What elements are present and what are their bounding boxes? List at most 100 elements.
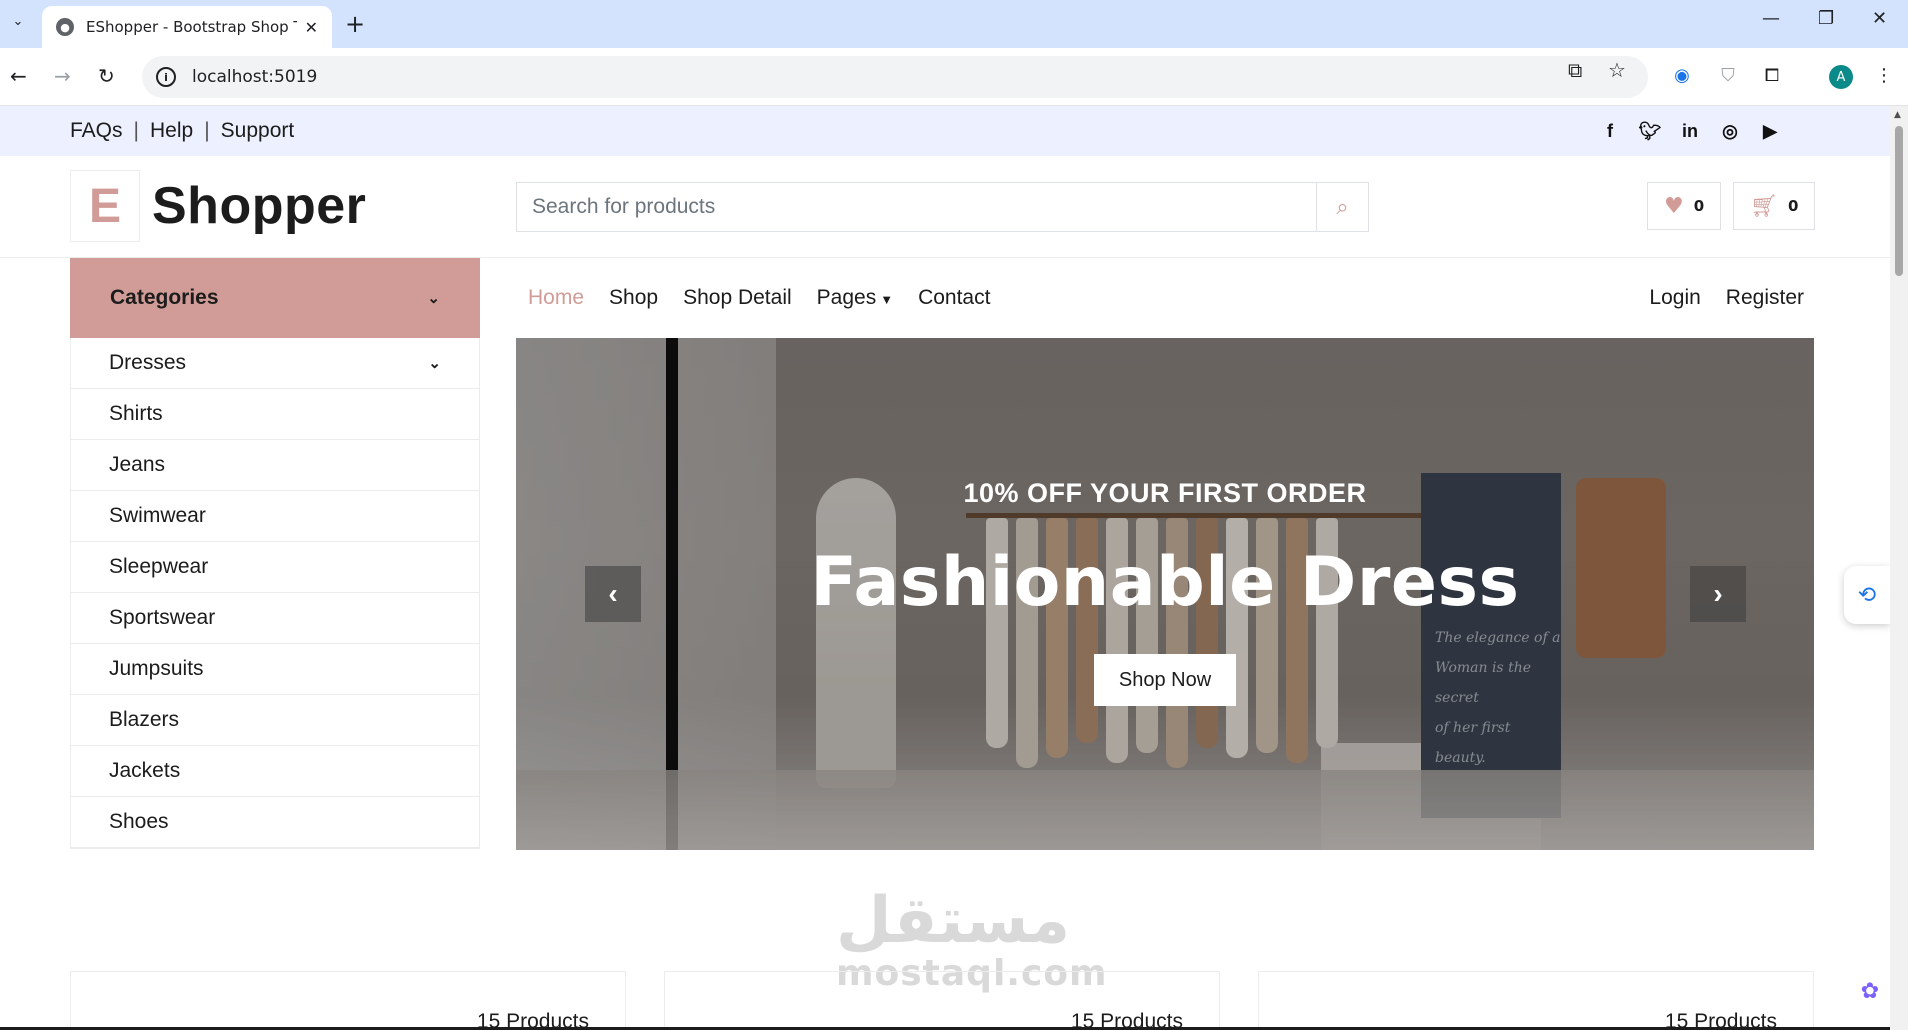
- category-label: Sleepwear: [109, 555, 209, 578]
- cart-count: 0: [1787, 197, 1799, 215]
- login-link[interactable]: Login: [1649, 286, 1700, 310]
- restore-icon[interactable]: ❐: [1818, 8, 1834, 29]
- category-item-swimwear[interactable]: Swimwear: [71, 491, 479, 542]
- linkedin-icon[interactable]: in: [1678, 119, 1702, 143]
- top-link-separator: |: [204, 119, 210, 142]
- caret-down-icon: ▼: [880, 292, 894, 307]
- nav-home[interactable]: Home: [528, 286, 584, 310]
- nav-pages-label: Pages: [816, 286, 877, 309]
- url-text[interactable]: localhost:5019: [192, 67, 317, 87]
- shield-extension-icon[interactable]: ⛉: [1716, 63, 1740, 87]
- instagram-icon[interactable]: ◎: [1718, 119, 1742, 143]
- tab-search-chevron-icon[interactable]: ⌄: [6, 9, 30, 33]
- category-label: Swimwear: [109, 504, 206, 527]
- tab-title: EShopper - Bootstrap Shop Ten: [86, 18, 297, 36]
- search-icon[interactable]: ⌕: [1316, 183, 1368, 231]
- nav-shop[interactable]: Shop: [609, 286, 658, 310]
- category-label: Shirts: [109, 402, 163, 425]
- category-item-sleepwear[interactable]: Sleepwear: [71, 542, 479, 593]
- browser-tabbar: ⌄ ● EShopper - Bootstrap Shop Ten ✕ + — …: [0, 0, 1908, 48]
- category-label: Jeans: [109, 453, 166, 476]
- carousel-title: Fashionable Dress: [810, 543, 1520, 622]
- category-label: Blazers: [109, 708, 180, 731]
- omnibox[interactable]: i localhost:5019: [142, 56, 1648, 98]
- carousel-prev-icon[interactable]: ‹: [585, 566, 641, 622]
- translate-icon[interactable]: ⧉: [1568, 58, 1582, 82]
- wishlist-count: 0: [1693, 197, 1705, 215]
- carousel-next-icon[interactable]: ›: [1690, 566, 1746, 622]
- tab-close-icon[interactable]: ✕: [305, 18, 318, 37]
- hero-carousel: The elegance of a Woman is the secret of…: [516, 338, 1814, 850]
- top-link-separator: |: [133, 119, 139, 142]
- bookmark-star-icon[interactable]: ☆: [1608, 58, 1626, 82]
- categories-heading: Categories: [110, 286, 219, 309]
- browser-tab-active[interactable]: ● EShopper - Bootstrap Shop Ten ✕: [42, 6, 332, 48]
- scroll-up-arrow-icon[interactable]: ▲: [1894, 110, 1901, 120]
- web-page: FAQs | Help | Support f 🐦︎ in ◎ ▶ E Shop…: [0, 106, 1890, 1030]
- category-list: Dresses ⌄ Shirts Jeans Swimwear Sleepwea…: [70, 338, 480, 849]
- shop-now-button[interactable]: Shop Now: [1094, 654, 1236, 706]
- cart-button[interactable]: 🛒︎ 0: [1733, 182, 1816, 230]
- site-info-icon[interactable]: i: [156, 67, 176, 87]
- floating-translate-widget-icon[interactable]: ⟲: [1844, 566, 1890, 624]
- logo-word: Shopper: [152, 177, 367, 235]
- cart-icon: 🛒︎: [1750, 193, 1778, 219]
- category-label: Jackets: [109, 759, 181, 782]
- faqs-link[interactable]: FAQs: [70, 119, 123, 143]
- category-item-shirts[interactable]: Shirts: [71, 389, 479, 440]
- category-item-sportswear[interactable]: Sportswear: [71, 593, 479, 644]
- category-item-blazers[interactable]: Blazers: [71, 695, 479, 746]
- wishlist-button[interactable]: ♥ 0: [1647, 182, 1722, 230]
- category-item-jeans[interactable]: Jeans: [71, 440, 479, 491]
- back-arrow-icon[interactable]: ←: [10, 64, 27, 88]
- category-card[interactable]: 15 Products: [70, 971, 626, 1030]
- window-close-icon[interactable]: ✕: [1872, 8, 1887, 29]
- category-label: Dresses: [109, 351, 187, 374]
- minimize-icon[interactable]: —: [1762, 8, 1780, 29]
- category-item-dresses[interactable]: Dresses ⌄: [71, 338, 479, 389]
- auth-links: Login Register: [1649, 286, 1804, 310]
- search-input[interactable]: [517, 183, 1316, 231]
- carousel-subtitle: 10% OFF YOUR FIRST ORDER: [963, 478, 1367, 508]
- twitter-icon[interactable]: 🐦︎: [1638, 119, 1662, 143]
- profile-avatar[interactable]: A: [1829, 65, 1853, 89]
- support-link[interactable]: Support: [221, 119, 295, 143]
- categories-toggle[interactable]: Categories ⌄: [70, 258, 480, 338]
- grammarly-extension-icon[interactable]: ◉: [1670, 63, 1694, 87]
- categories-sidebar: Categories ⌄ Dresses ⌄ Shirts Jeans Swim…: [70, 258, 480, 849]
- category-label: Jumpsuits: [109, 657, 204, 680]
- youtube-icon[interactable]: ▶: [1758, 119, 1782, 143]
- chevron-down-icon: ⌄: [428, 355, 441, 372]
- site-logo[interactable]: E Shopper: [70, 170, 366, 242]
- category-card[interactable]: 15 Products: [1258, 971, 1814, 1030]
- main-navbar: Home Shop Shop Detail Pages ▼ Contact Log…: [516, 258, 1816, 338]
- forward-arrow-icon[interactable]: →: [54, 64, 71, 88]
- nav-pages[interactable]: Pages ▼: [817, 286, 893, 310]
- category-item-jumpsuits[interactable]: Jumpsuits: [71, 644, 479, 695]
- chevron-down-icon: ⌄: [427, 290, 440, 307]
- facebook-icon[interactable]: f: [1598, 119, 1622, 143]
- search-bar: ⌕: [516, 182, 1369, 232]
- top-links: FAQs | Help | Support: [70, 119, 294, 143]
- logo-letter: E: [70, 170, 140, 242]
- nav-shop-detail[interactable]: Shop Detail: [683, 286, 792, 310]
- nav-links: Home Shop Shop Detail Pages ▼ Contact: [528, 286, 990, 310]
- heart-icon: ♥: [1664, 193, 1684, 219]
- reload-icon[interactable]: ↻: [98, 64, 115, 88]
- social-links: f 🐦︎ in ◎ ▶: [1598, 119, 1782, 143]
- scrollbar-thumb[interactable]: [1895, 126, 1903, 276]
- help-link[interactable]: Help: [150, 119, 193, 143]
- category-item-jackets[interactable]: Jackets: [71, 746, 479, 797]
- page-scrollbar[interactable]: ▲: [1890, 106, 1908, 1030]
- globe-icon: ●: [56, 18, 74, 36]
- category-item-shoes[interactable]: Shoes: [71, 797, 479, 848]
- extensions-puzzle-icon[interactable]: ⧠: [1760, 63, 1784, 87]
- register-link[interactable]: Register: [1726, 286, 1804, 310]
- floating-ai-brain-icon[interactable]: ✿: [1850, 971, 1890, 1011]
- browser-menu-icon[interactable]: ⋮: [1872, 63, 1896, 87]
- new-tab-plus-icon[interactable]: +: [345, 10, 365, 38]
- watermark-arabic: مستقل: [836, 884, 1071, 958]
- nav-contact[interactable]: Contact: [918, 286, 990, 310]
- category-card[interactable]: 15 Products: [664, 971, 1220, 1030]
- category-label: Sportswear: [109, 606, 216, 629]
